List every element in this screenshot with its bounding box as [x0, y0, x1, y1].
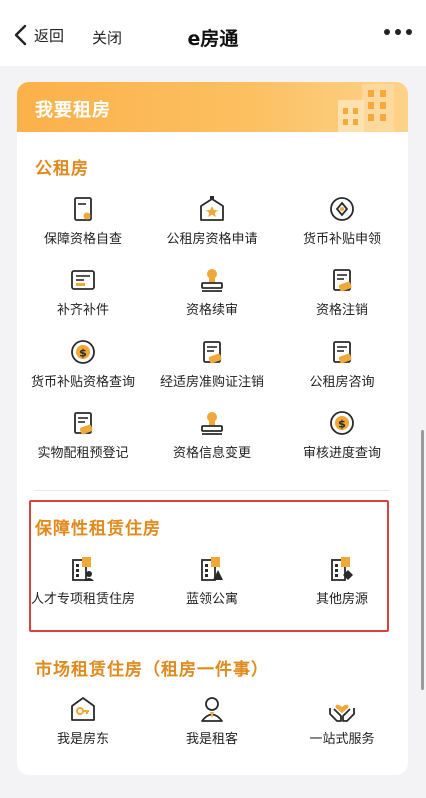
card-header-title: 我要租房	[35, 100, 111, 121]
certificate-icon	[333, 341, 352, 364]
svg-text:$: $	[338, 418, 346, 431]
section-title-affordable-rental: 保障性租赁住房	[35, 519, 161, 539]
item-review-progress-query[interactable]: $ 审核进度查询	[277, 408, 407, 463]
scrollbar[interactable]	[421, 430, 424, 690]
item-label: 资格注销	[315, 303, 368, 318]
item-label: 公租房资格申请	[166, 232, 258, 247]
stamp-icon	[201, 269, 223, 292]
item-talent-rental-housing[interactable]: 人才专项租赁住房	[18, 554, 148, 609]
certificate-icon	[203, 341, 222, 364]
item-label: 其他房源	[315, 592, 368, 607]
item-label: 公租房咨询	[309, 375, 375, 390]
item-landlord[interactable]: 我是房东	[18, 694, 148, 749]
item-public-rental-consult[interactable]: 公租房咨询	[277, 337, 407, 392]
building-warning-icon	[201, 557, 223, 581]
item-label: 审核进度查询	[302, 446, 381, 461]
rent-card: 我要租房 公租房 保障资格自查 公租房资格申请 货币补贴申领 补齐补件 资格续审…	[17, 82, 408, 775]
item-eligibility-self-check[interactable]: 保障资格自查	[18, 194, 148, 249]
item-label: 人才专项租赁住房	[30, 592, 135, 607]
dot-icon	[384, 29, 390, 35]
item-label: 实物配租预登记	[37, 446, 129, 461]
section-title-public-rental: 公租房	[35, 159, 89, 179]
buildings-decoration-icon	[338, 84, 394, 132]
item-label: 资格信息变更	[172, 446, 251, 461]
dot-icon	[395, 29, 401, 35]
item-blue-collar-apartment[interactable]: 蓝领公寓	[147, 554, 277, 609]
house-key-icon	[71, 697, 95, 721]
svg-text:$: $	[79, 347, 87, 360]
item-eligibility-info-change[interactable]: 资格信息变更	[147, 408, 277, 463]
item-one-stop-service[interactable]: 一站式服务	[277, 694, 407, 749]
person-icon	[201, 697, 223, 722]
item-label: 资格续审	[185, 303, 238, 318]
card-header: 我要租房	[17, 82, 408, 132]
dot-icon	[406, 29, 412, 35]
item-public-rental-application[interactable]: 公租房资格申请	[147, 194, 277, 249]
item-label: 我是房东	[56, 732, 109, 747]
dollar-coin-icon: $	[330, 411, 354, 435]
stamp-icon	[201, 412, 223, 435]
id-card-icon	[71, 270, 95, 290]
item-subsidy-application[interactable]: 货币补贴申领	[277, 194, 407, 249]
dollar-coin-icon: $	[71, 340, 95, 364]
more-options-button[interactable]	[384, 29, 412, 35]
item-label: 货币补贴资格查询	[30, 375, 135, 390]
item-affordable-housing-permit-cancel[interactable]: 经适房准购证注销	[147, 337, 277, 392]
item-label: 保障资格自查	[43, 232, 122, 247]
item-label: 货币补贴申领	[302, 232, 381, 247]
hands-heart-icon	[329, 704, 355, 722]
item-eligibility-renewal[interactable]: 资格续审	[147, 265, 277, 320]
building-user-icon	[72, 557, 94, 581]
item-subsidy-eligibility-query[interactable]: $ 货币补贴资格查询	[18, 337, 148, 392]
item-other-listings[interactable]: 其他房源	[277, 554, 407, 609]
house-star-icon	[200, 196, 224, 221]
page-title: e房通	[187, 28, 239, 50]
item-label: 补齐补件	[56, 303, 109, 318]
coin-diamond-icon	[330, 197, 354, 221]
item-label: 蓝领公寓	[185, 592, 238, 607]
item-tenant[interactable]: 我是租客	[147, 694, 277, 749]
item-label: 经适房准购证注销	[159, 375, 264, 390]
certificate-icon	[333, 269, 352, 292]
navigation-bar: 返回 关闭 e房通	[0, 0, 426, 66]
item-physical-allocation-preregistration[interactable]: 实物配租预登记	[18, 408, 148, 463]
item-eligibility-cancellation[interactable]: 资格注销	[277, 265, 407, 320]
section-divider	[35, 490, 390, 491]
item-label: 我是租客	[185, 732, 238, 747]
document-check-icon	[74, 197, 92, 221]
building-diamond-icon	[331, 557, 353, 581]
certificate-icon	[74, 412, 93, 435]
item-label: 一站式服务	[309, 732, 375, 747]
section-title-market-rental: 市场租赁住房（租房一件事）	[35, 660, 269, 680]
item-supplement-documents[interactable]: 补齐补件	[18, 265, 148, 320]
